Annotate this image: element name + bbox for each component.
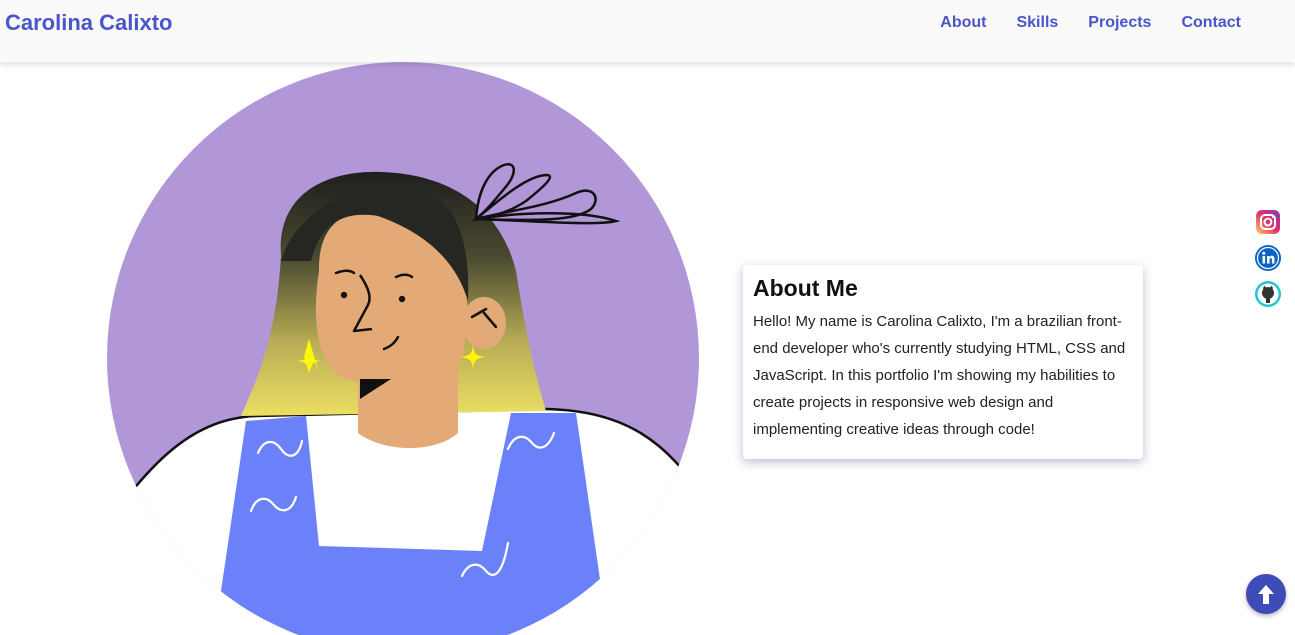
about-card: About Me Hello! My name is Carolina Cali… xyxy=(743,265,1143,459)
nav-link-projects[interactable]: Projects xyxy=(1088,14,1151,32)
navbar: Carolina Calixto About Skills Projects C… xyxy=(0,0,1295,62)
linkedin-link[interactable] xyxy=(1254,244,1282,272)
brand-logo[interactable]: Carolina Calixto xyxy=(5,10,172,36)
instagram-icon xyxy=(1256,210,1280,234)
nav-link-about[interactable]: About xyxy=(940,14,986,32)
github-link[interactable] xyxy=(1254,280,1282,308)
nav-link-contact[interactable]: Contact xyxy=(1181,14,1241,32)
about-title: About Me xyxy=(753,275,858,301)
scroll-top-button[interactable] xyxy=(1246,574,1286,614)
nav-link-skills[interactable]: Skills xyxy=(1016,14,1058,32)
arrow-up-icon xyxy=(1258,585,1274,604)
about-text: Hello! My name is Carolina Calixto, I'm … xyxy=(753,313,1126,438)
avatar-svg xyxy=(107,62,699,635)
nav-menu: About Skills Projects Contact xyxy=(940,14,1241,32)
linkedin-icon xyxy=(1255,245,1281,271)
github-icon xyxy=(1255,281,1281,307)
avatar-illustration xyxy=(106,61,700,635)
ear-shape xyxy=(462,297,506,349)
instagram-link[interactable] xyxy=(1254,208,1282,236)
